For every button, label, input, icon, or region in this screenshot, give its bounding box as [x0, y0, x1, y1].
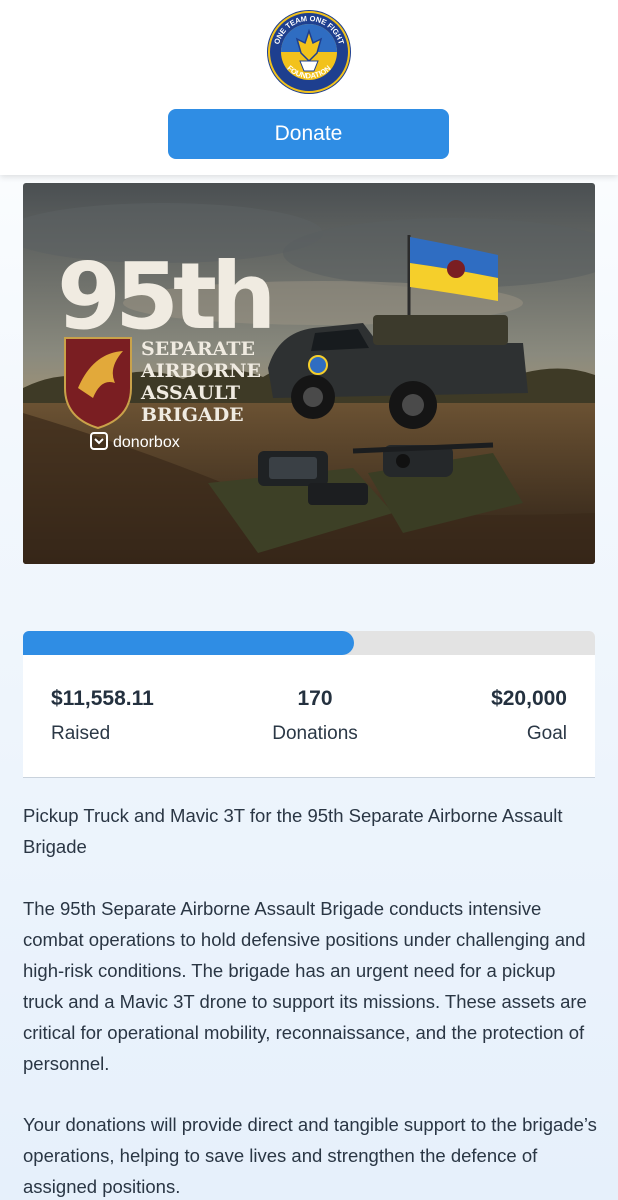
brigade-line-2: AIRBORNE	[140, 360, 261, 382]
hero-big-number: 95th	[57, 243, 271, 350]
stat-goal: $20,000 Goal	[491, 687, 567, 745]
campaign-description-paragraph: The 95th Separate Airborne Assault Briga…	[23, 898, 587, 1074]
donate-button[interactable]: Donate	[168, 109, 449, 159]
donations-label: Donations	[272, 723, 358, 744]
progress-bar-fill	[23, 631, 354, 655]
raised-amount: $11,558.11	[51, 687, 154, 710]
goal-label: Goal	[526, 723, 567, 744]
donations-count: 170	[297, 687, 333, 710]
brigade-line-3: ASSAULT	[140, 382, 240, 404]
progress-bar	[23, 631, 595, 655]
hero-illustration: 95th SEPARATE AIRBORNE ASSAULT BRIGADE d…	[23, 183, 595, 564]
goal-amount: $20,000	[491, 687, 567, 710]
campaign-hero-image: 95th SEPARATE AIRBORNE ASSAULT BRIGADE d…	[23, 183, 595, 564]
brigade-line-1: SEPARATE	[141, 338, 255, 360]
stat-donations: 170 Donations	[255, 687, 375, 745]
brigade-line-4: BRIGADE	[141, 404, 244, 426]
fundraising-stats-card: $11,558.11 Raised 170 Donations $20,000 …	[23, 631, 595, 778]
raised-label: Raised	[51, 723, 111, 744]
foundation-logo[interactable]: ONE TEAM ONE FIGHT FOUNDATION	[266, 9, 352, 95]
stat-raised: $11,558.11 Raised	[51, 687, 154, 745]
campaign-description-paragraph: Your donations will provide direct and t…	[23, 1114, 597, 1197]
donorbox-label: donorbox	[113, 434, 180, 451]
campaign-title: Pickup Truck and Mavic 3T for the 95th S…	[23, 805, 563, 857]
site-header: ONE TEAM ONE FIGHT FOUNDATION Donate	[0, 0, 618, 175]
